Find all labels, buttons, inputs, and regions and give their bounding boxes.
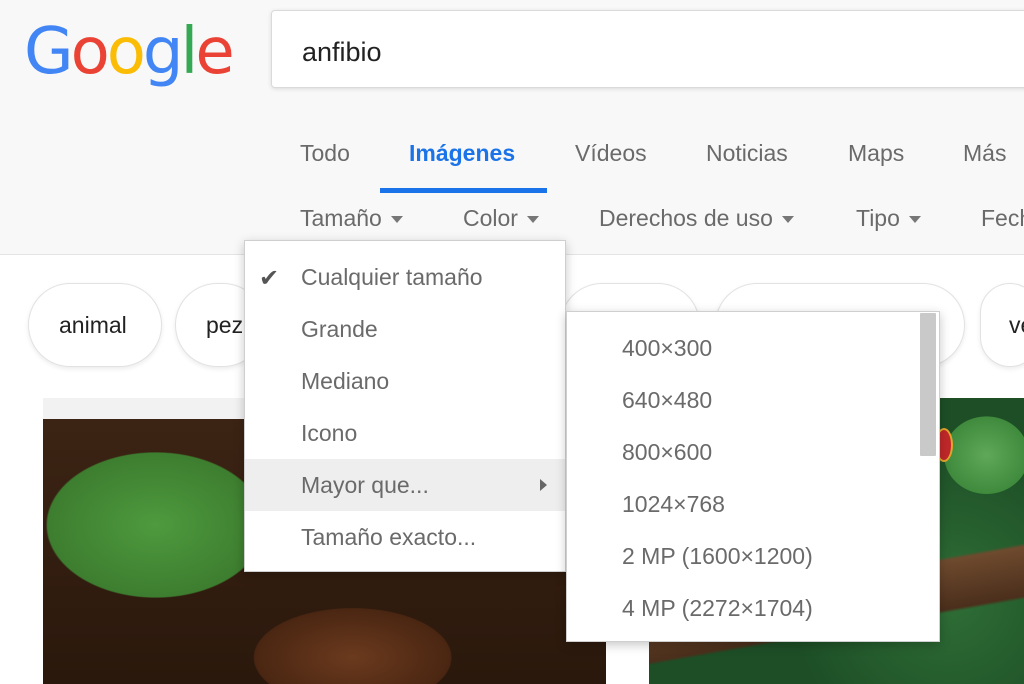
chip-label: ve — [1009, 312, 1024, 338]
tool-color[interactable]: Color — [463, 205, 539, 232]
submenu-item-400x300[interactable]: 400×300 — [622, 322, 712, 374]
tool-tipo[interactable]: Tipo — [856, 205, 921, 232]
menu-item-label: Cualquier tamaño — [301, 264, 483, 290]
header: Google Todo Imágenes Vídeos Noticias Map… — [0, 0, 1024, 255]
menu-item-label: Icono — [301, 420, 358, 446]
menu-item-cualquier-tamano[interactable]: ✔ Cualquier tamaño — [245, 251, 565, 303]
tool-tamano[interactable]: Tamaño — [300, 205, 403, 232]
submenu-item-800x600[interactable]: 800×600 — [622, 426, 712, 478]
caret-down-icon — [781, 216, 794, 224]
logo-letter: g — [142, 15, 184, 89]
logo-letter: G — [24, 15, 74, 89]
chip-label: pez — [206, 312, 244, 338]
menu-item-label: Mediano — [301, 368, 390, 394]
logo-letter: o — [70, 15, 110, 89]
logo-letter: e — [195, 15, 234, 89]
larger-than-submenu: 400×300 640×480 800×600 1024×768 2 MP (1… — [566, 311, 940, 642]
chip-ve[interactable]: ve — [980, 283, 1024, 367]
size-dropdown-menu: ✔ Cualquier tamaño Grande Mediano Icono … — [244, 240, 566, 572]
menu-item-label: Mayor que... — [301, 472, 429, 498]
tab-mas[interactable]: Más — [963, 140, 1006, 167]
menu-item-mayor-que[interactable]: Mayor que... — [245, 459, 565, 511]
submenu-item-640x480[interactable]: 640×480 — [622, 374, 712, 426]
menu-item-tamano-exacto[interactable]: Tamaño exacto... — [245, 511, 565, 563]
tool-label: Tamaño — [300, 205, 382, 231]
tool-derechos-de-uso[interactable]: Derechos de uso — [599, 205, 794, 232]
caret-down-icon — [390, 216, 403, 224]
tab-videos[interactable]: Vídeos — [575, 140, 647, 167]
tool-fecha[interactable]: Fecha — [981, 205, 1024, 232]
checkmark-icon: ✔ — [259, 265, 280, 292]
logo-letter: o — [106, 15, 146, 89]
caret-down-icon — [526, 216, 539, 224]
logo-letter: l — [180, 15, 199, 89]
search-input[interactable] — [300, 31, 1004, 73]
submenu-scrollbar[interactable] — [920, 313, 936, 456]
menu-item-mediano[interactable]: Mediano — [245, 355, 565, 407]
submenu-item-1024x768[interactable]: 1024×768 — [622, 478, 725, 530]
search-box[interactable] — [271, 10, 1024, 88]
menu-item-label: Grande — [301, 316, 378, 342]
tool-label: Color — [463, 205, 518, 231]
google-logo[interactable]: Google — [24, 14, 235, 90]
submenu-item-2mp[interactable]: 2 MP (1600×1200) — [622, 530, 813, 582]
tool-label: Derechos de uso — [599, 205, 773, 231]
caret-down-icon — [908, 216, 921, 224]
active-tab-indicator — [380, 188, 547, 193]
menu-item-grande[interactable]: Grande — [245, 303, 565, 355]
menu-item-icono[interactable]: Icono — [245, 407, 565, 459]
chip-animal[interactable]: animal — [28, 283, 162, 367]
submenu-item-4mp[interactable]: 4 MP (2272×1704) — [622, 582, 813, 634]
tab-maps[interactable]: Maps — [848, 140, 904, 167]
chevron-right-icon — [540, 479, 547, 491]
menu-item-label: Tamaño exacto... — [301, 524, 477, 550]
tab-imagenes[interactable]: Imágenes — [409, 140, 515, 167]
tool-label: Fecha — [981, 205, 1024, 231]
chip-label: animal — [59, 312, 127, 338]
tool-label: Tipo — [856, 205, 900, 231]
tab-noticias[interactable]: Noticias — [706, 140, 788, 167]
tab-todo[interactable]: Todo — [300, 140, 350, 167]
